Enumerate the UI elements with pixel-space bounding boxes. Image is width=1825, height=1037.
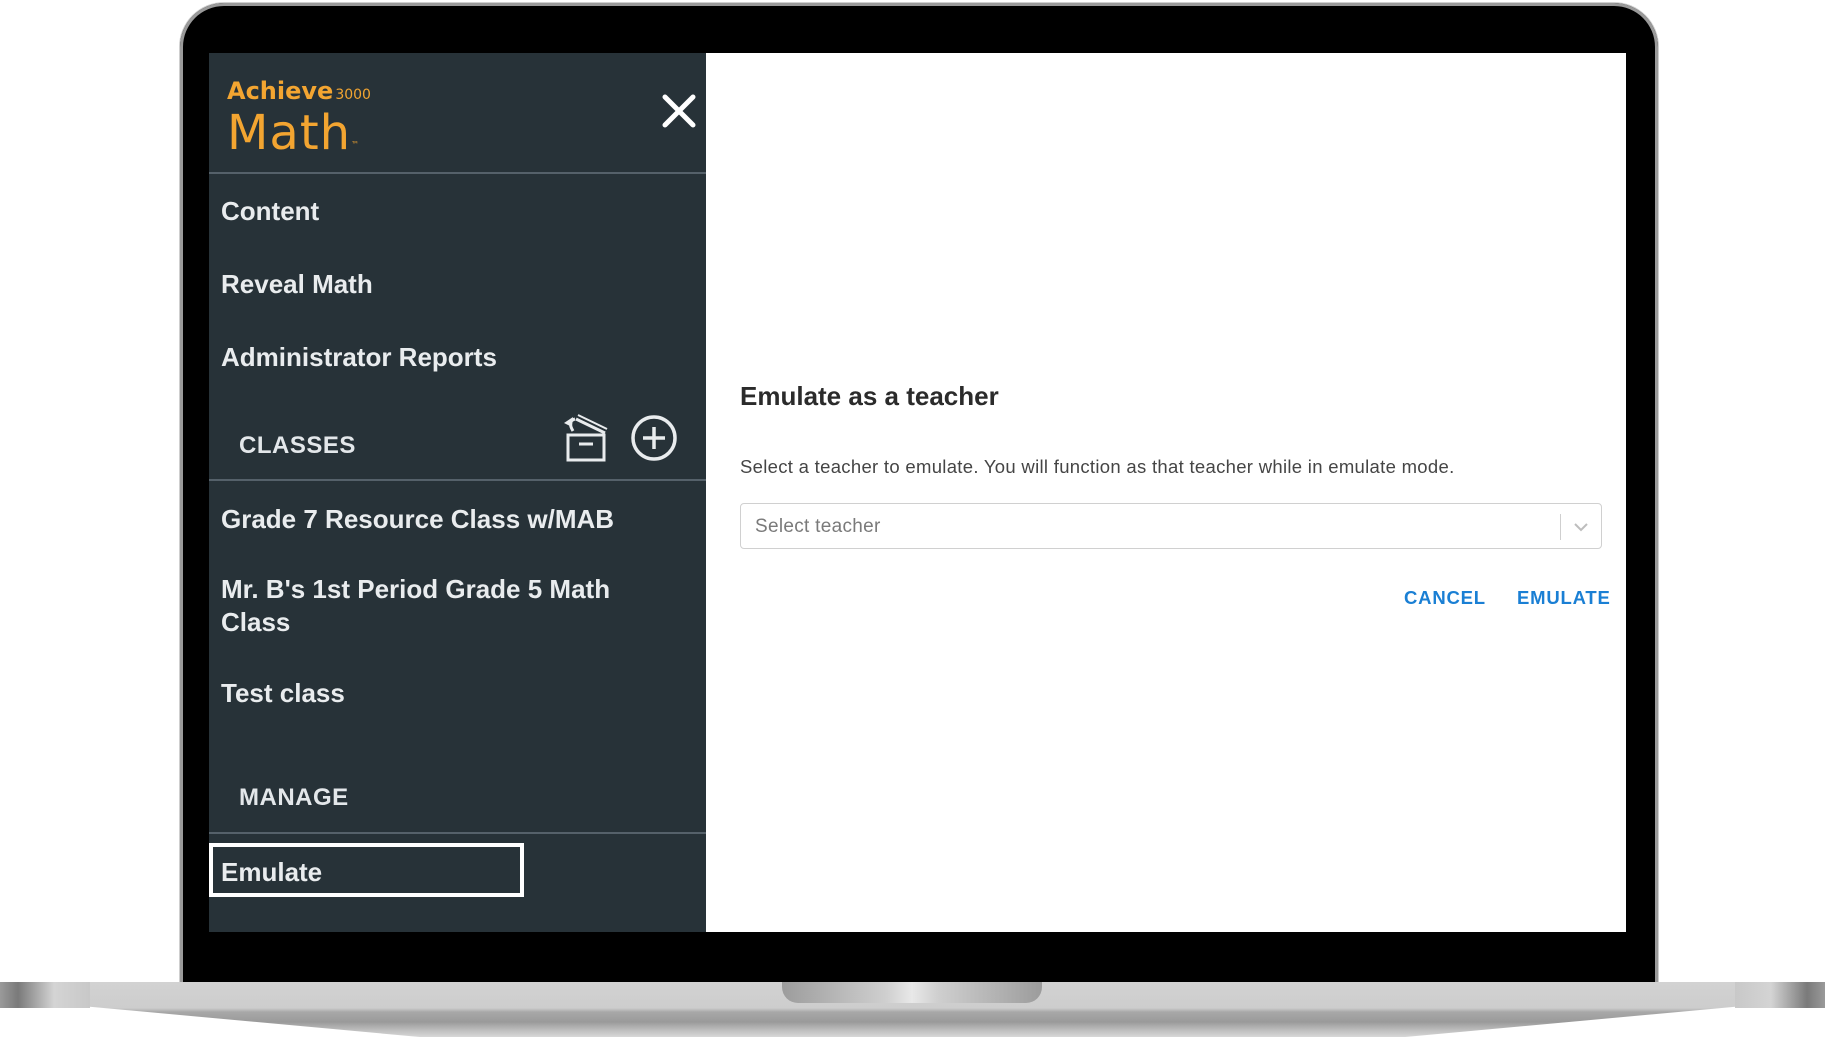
archived-classes-button[interactable] bbox=[559, 413, 609, 463]
laptop-notch bbox=[782, 982, 1042, 1003]
teacher-select-placeholder: Select teacher bbox=[755, 516, 881, 537]
laptop-base-edge-right bbox=[1735, 982, 1825, 1008]
brand-line1: Achieve bbox=[227, 77, 334, 105]
manage-item-emulate[interactable]: Emulate bbox=[209, 843, 524, 897]
teacher-select[interactable]: Select teacher bbox=[740, 503, 1602, 549]
chevron-down-icon[interactable] bbox=[1571, 517, 1591, 537]
nav-item-administrator-reports[interactable]: Administrator Reports bbox=[221, 342, 497, 373]
class-item[interactable]: Test class bbox=[221, 677, 681, 710]
archive-icon bbox=[564, 414, 608, 462]
dialog-description: Select a teacher to emulate. You will fu… bbox=[740, 456, 1455, 477]
brand-line1-suffix: 3000 bbox=[335, 87, 371, 103]
add-class-button[interactable] bbox=[629, 413, 679, 463]
app-screen: Achieve 3000 Math™ Content Reveal Math Ad… bbox=[209, 53, 1626, 932]
close-icon bbox=[662, 94, 696, 128]
brand-trademark: ™ bbox=[351, 140, 361, 149]
select-separator bbox=[1560, 514, 1561, 540]
header-divider bbox=[209, 172, 706, 174]
laptop-base-edge-left bbox=[0, 982, 90, 1008]
class-item[interactable]: Grade 7 Resource Class w/MAB bbox=[221, 503, 681, 536]
cancel-button[interactable]: CANCEL bbox=[1404, 587, 1486, 609]
add-circle-icon bbox=[631, 415, 677, 461]
brand-line2: Math bbox=[227, 105, 352, 161]
close-sidebar-button[interactable] bbox=[659, 91, 699, 131]
manage-section-header: MANAGE bbox=[239, 784, 349, 811]
manage-item-emulate-label: Emulate bbox=[221, 857, 323, 887]
nav-item-reveal-math[interactable]: Reveal Math bbox=[221, 269, 373, 300]
class-item[interactable]: Mr. B's 1st Period Grade 5 Math Class bbox=[221, 573, 681, 639]
manage-divider bbox=[209, 832, 706, 834]
dialog-title: Emulate as a teacher bbox=[740, 381, 999, 411]
sidebar: Achieve 3000 Math™ Content Reveal Math Ad… bbox=[209, 53, 706, 932]
emulate-button[interactable]: EMULATE bbox=[1517, 587, 1611, 609]
classes-divider bbox=[209, 479, 706, 481]
brand-logo: Achieve 3000 Math™ bbox=[227, 78, 371, 158]
nav-item-content[interactable]: Content bbox=[221, 196, 319, 227]
classes-section-header: CLASSES bbox=[239, 432, 356, 459]
